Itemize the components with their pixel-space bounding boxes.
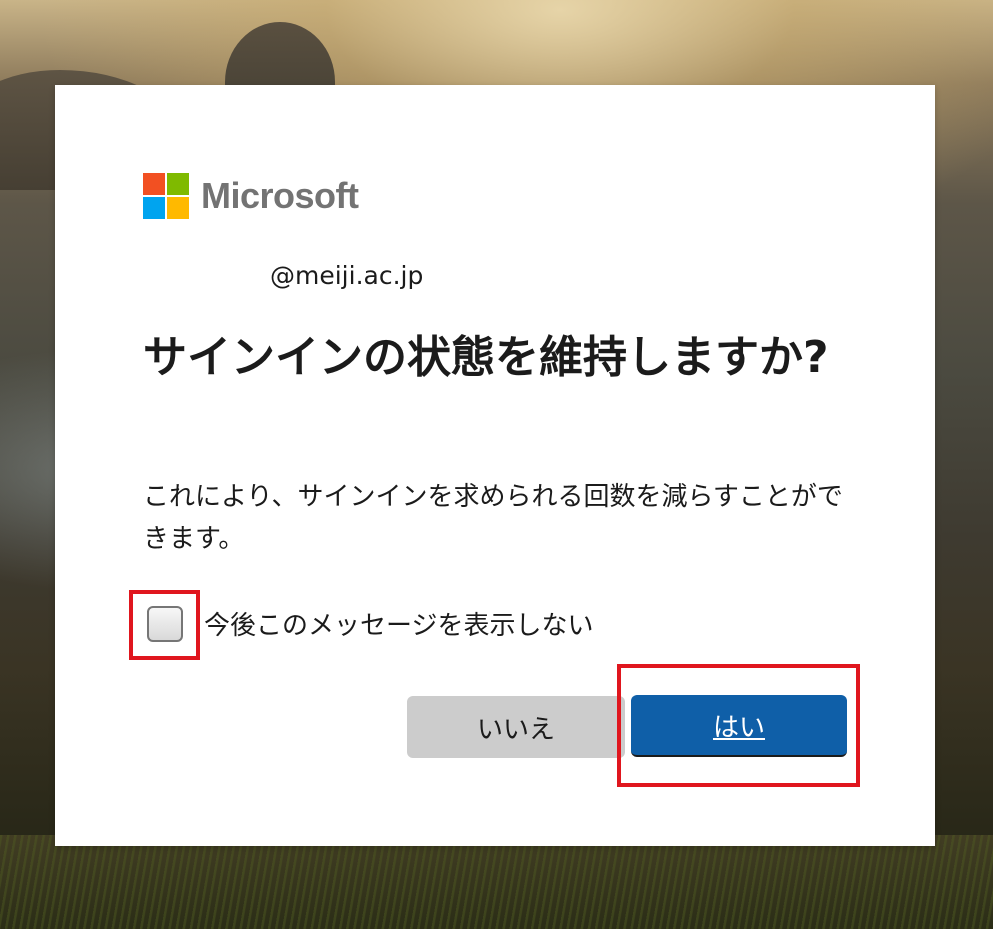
account-email: @meiji.ac.jp bbox=[270, 261, 424, 290]
logo-square-green bbox=[167, 173, 189, 195]
logo-square-blue bbox=[143, 197, 165, 219]
page-title: サインインの状態を維持しますか? bbox=[143, 332, 829, 383]
no-button[interactable]: いいえ bbox=[407, 696, 625, 758]
dont-show-again-row: 今後このメッセージを表示しない bbox=[147, 605, 593, 642]
logo-square-yellow bbox=[167, 197, 189, 219]
microsoft-logo-text: Microsoft bbox=[201, 175, 359, 216]
dont-show-again-label[interactable]: 今後このメッセージを表示しない bbox=[204, 605, 593, 642]
signin-dialog: Microsoft @meiji.ac.jp サインインの状態を維持しますか? … bbox=[55, 85, 935, 846]
description-text: これにより、サインインを求められる回数を減らすことができます。 bbox=[143, 482, 843, 554]
microsoft-logo-icon bbox=[143, 173, 189, 219]
yes-button[interactable]: はい bbox=[631, 695, 847, 757]
background-grass bbox=[0, 835, 993, 929]
logo-square-red bbox=[143, 173, 165, 195]
dont-show-again-checkbox[interactable] bbox=[147, 605, 183, 642]
microsoft-logo: Microsoft bbox=[143, 173, 359, 219]
